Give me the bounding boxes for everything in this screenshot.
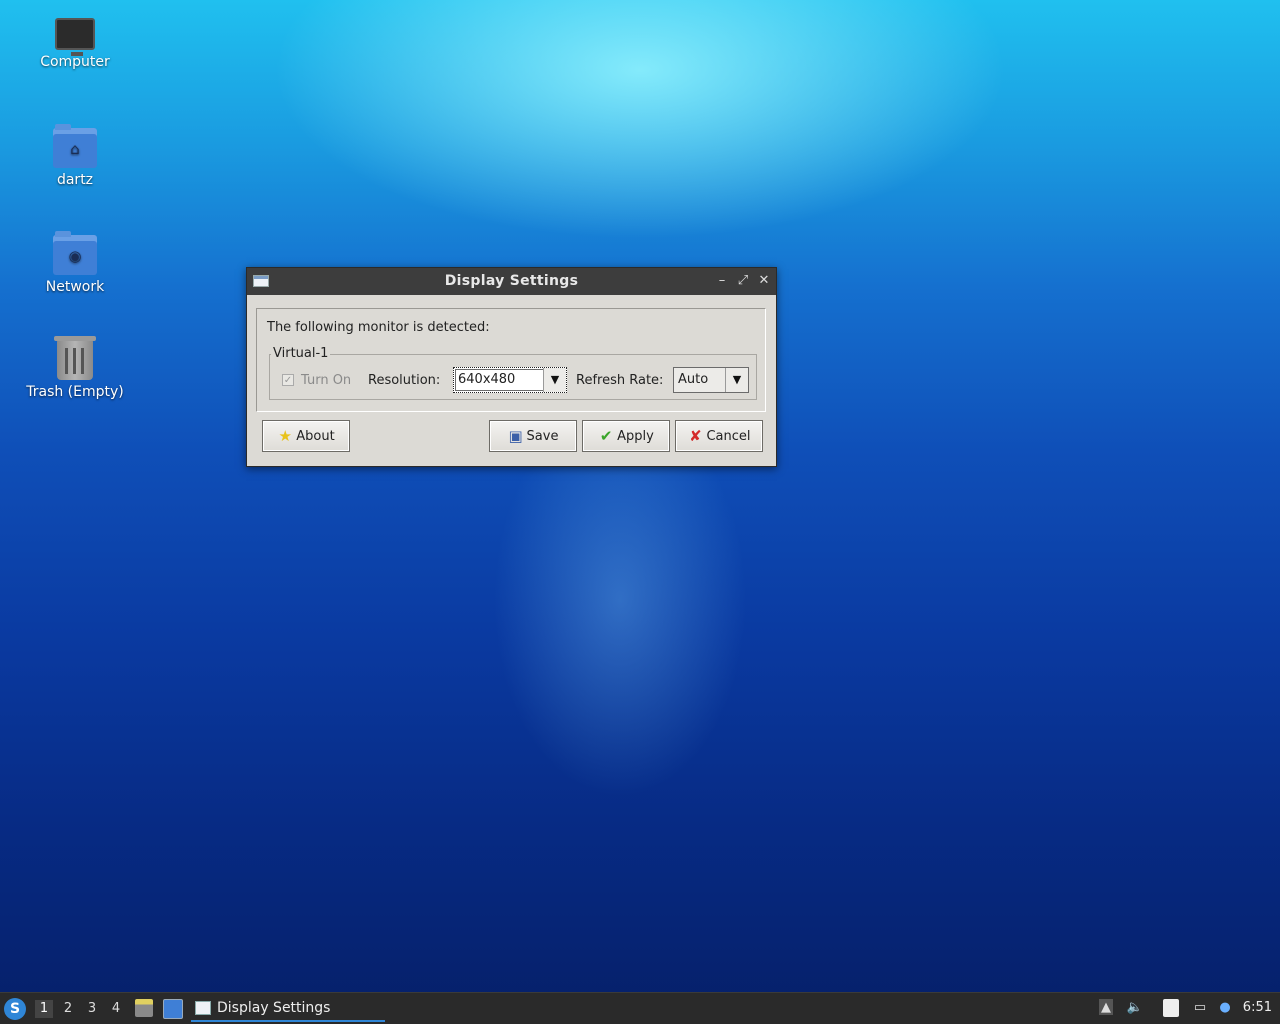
file-manager-icon[interactable] xyxy=(135,999,153,1017)
desktop-icon-label: Computer xyxy=(40,54,110,70)
network-folder-icon: ◉ xyxy=(53,231,97,275)
workspace-1[interactable]: 1 xyxy=(35,1000,53,1018)
minimize-icon[interactable]: – xyxy=(713,272,731,290)
volume-icon[interactable]: 🔈 xyxy=(1126,999,1144,1017)
title-bar[interactable]: Display Settings – ⤢ ✕ xyxy=(247,268,776,295)
start-menu-icon[interactable]: S xyxy=(4,998,26,1020)
apply-button-label: Apply xyxy=(617,429,654,444)
clipboard-icon[interactable] xyxy=(1163,999,1179,1017)
clock[interactable]: 6:51 xyxy=(1243,1000,1272,1015)
refresh-rate-value: Auto xyxy=(678,372,709,387)
apply-button[interactable]: ✔ Apply xyxy=(582,420,670,452)
show-desktop-icon[interactable] xyxy=(163,999,183,1019)
save-button-label: Save xyxy=(526,429,559,444)
task-label: Display Settings xyxy=(217,1000,331,1016)
close-icon[interactable]: ✕ xyxy=(755,272,773,290)
window-icon xyxy=(195,1001,211,1015)
workspace-3[interactable]: 3 xyxy=(83,1000,101,1018)
desktop-icon-network[interactable]: ◉ Network xyxy=(20,231,130,295)
monitor-name: Virtual-1 xyxy=(271,346,331,361)
dialog-title: Display Settings xyxy=(444,273,579,289)
network-icon[interactable]: ▭ xyxy=(1191,999,1209,1017)
maximize-icon[interactable]: ⤢ xyxy=(734,272,752,290)
display-settings-dialog: Display Settings – ⤢ ✕ The following mon… xyxy=(246,267,777,467)
about-button[interactable]: ★ About xyxy=(262,420,350,452)
resolution-dropdown[interactable]: 640x480 ▼ xyxy=(453,367,567,393)
about-button-label: About xyxy=(296,429,335,444)
turn-on-label: Turn On xyxy=(301,373,352,388)
chevron-down-icon[interactable]: ▼ xyxy=(725,368,748,392)
refresh-rate-dropdown[interactable]: Auto ▼ xyxy=(673,367,749,393)
trash-icon xyxy=(54,336,96,380)
notification-icon[interactable]: ● xyxy=(1216,999,1234,1017)
floppy-disk-icon: ▣ xyxy=(508,427,523,445)
desktop-icon-label: Trash (Empty) xyxy=(26,384,124,400)
resolution-label: Resolution: xyxy=(368,373,441,388)
desktop-icon-label: dartz xyxy=(56,172,94,188)
detected-text: The following monitor is detected: xyxy=(267,320,490,335)
checkmark-icon: ✔ xyxy=(599,427,613,445)
chevron-down-icon[interactable]: ▼ xyxy=(543,368,566,392)
home-folder-icon: ⌂ xyxy=(53,124,97,168)
taskbar: S 1 2 3 4 Display Settings ▲ 🔈 ▭ ● 6:51 xyxy=(0,992,1280,1024)
cancel-button[interactable]: ✘ Cancel xyxy=(675,420,763,452)
desktop-icon-home[interactable]: ⌂ dartz xyxy=(20,124,130,188)
save-button[interactable]: ▣ Save xyxy=(489,420,577,452)
cancel-button-label: Cancel xyxy=(706,429,751,444)
resolution-value: 640x480 xyxy=(458,372,516,387)
taskbar-item-display-settings[interactable]: Display Settings xyxy=(191,996,385,1022)
desktop-icon-trash[interactable]: Trash (Empty) xyxy=(20,336,130,400)
workspace-4[interactable]: 4 xyxy=(107,1000,125,1018)
red-x-icon: ✘ xyxy=(689,427,702,445)
eject-icon[interactable]: ▲ xyxy=(1099,999,1113,1015)
workspace-2[interactable]: 2 xyxy=(59,1000,77,1018)
computer-icon xyxy=(55,18,95,56)
desktop-icon-label: Network xyxy=(45,279,105,295)
turn-on-checkbox[interactable]: ✓ xyxy=(282,374,294,386)
desktop-icon-computer[interactable]: Computer xyxy=(20,18,130,70)
refresh-rate-label: Refresh Rate: xyxy=(576,373,664,388)
star-icon: ★ xyxy=(278,427,292,445)
